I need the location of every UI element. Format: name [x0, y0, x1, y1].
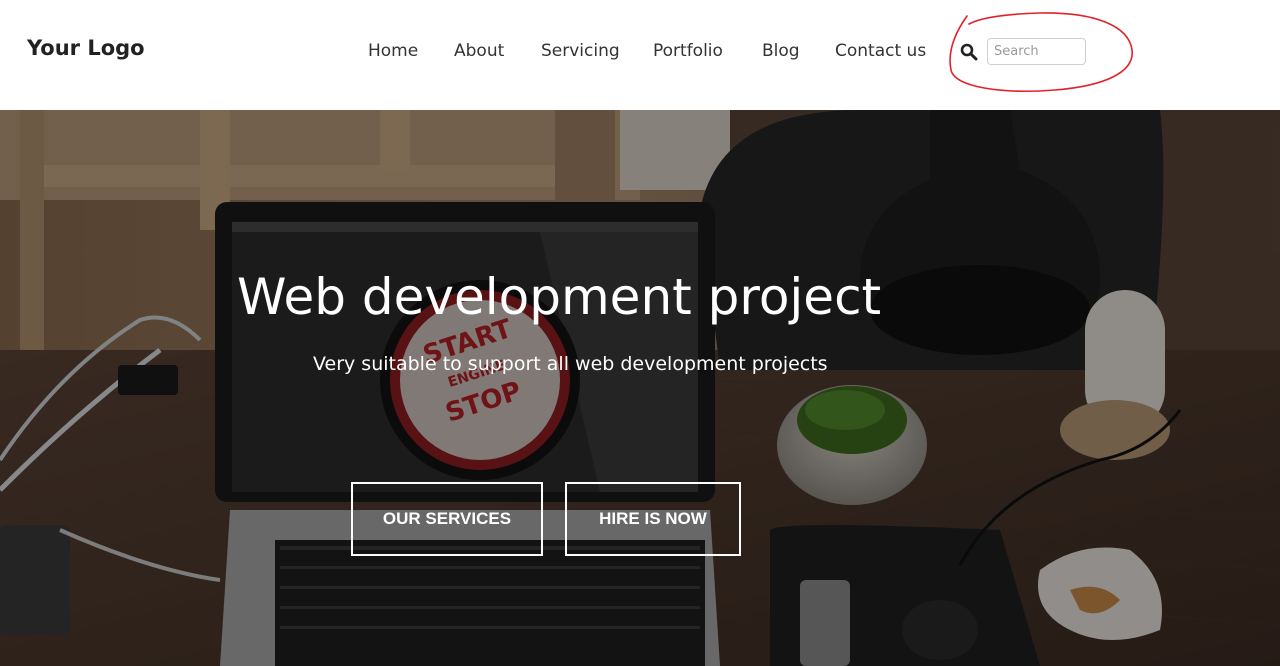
hero-subtitle: Very suitable to support all web develop…: [313, 353, 828, 375]
our-services-button[interactable]: OUR SERVICES: [351, 482, 543, 556]
search-icon[interactable]: [960, 43, 978, 61]
hero-title: Web development project: [237, 268, 882, 326]
nav-blog[interactable]: Blog: [762, 41, 800, 61]
nav-contact-us[interactable]: Contact us: [835, 41, 926, 61]
hero-dark-overlay: [0, 110, 1280, 666]
hero-section: START ENGINE STOP Web development projec…: [0, 110, 1280, 666]
search-input[interactable]: [987, 38, 1086, 65]
nav-home[interactable]: Home: [368, 41, 418, 61]
hire-now-button[interactable]: HIRE IS NOW: [565, 482, 741, 556]
site-header: Your Logo Home About Servicing Portfolio…: [0, 0, 1280, 110]
main-nav: Home About Servicing Portfolio Blog Cont…: [0, 0, 1280, 110]
nav-servicing[interactable]: Servicing: [541, 41, 620, 61]
nav-about[interactable]: About: [454, 41, 504, 61]
nav-portfolio[interactable]: Portfolio: [653, 41, 723, 61]
